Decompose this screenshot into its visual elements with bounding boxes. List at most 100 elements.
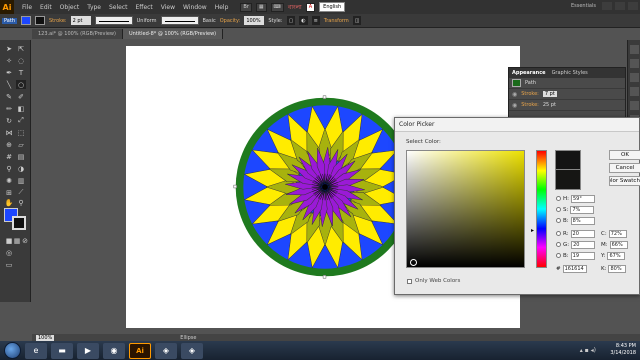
workspace-switcher[interactable]: Essentials	[571, 3, 596, 9]
width-tool-icon[interactable]: ⋈	[4, 128, 14, 137]
visibility-eye-icon[interactable]: ◉	[512, 91, 517, 98]
slice-tool-icon[interactable]: ⟋	[16, 188, 26, 197]
hue-slider[interactable]	[536, 150, 547, 268]
minimize-button[interactable]	[602, 2, 612, 10]
bridge-button[interactable]: Br	[240, 2, 252, 12]
saturation-radio[interactable]	[556, 207, 561, 212]
a-icon[interactable]: A	[305, 2, 316, 12]
scale-tool-icon[interactable]: ⤢	[16, 116, 26, 125]
line-tool-icon[interactable]: ╲	[4, 80, 14, 89]
magic-wand-tool-icon[interactable]: ✧	[4, 56, 14, 65]
web-colors-checkbox[interactable]	[407, 278, 412, 284]
keyboard-icon[interactable]: ⌨	[270, 2, 284, 12]
color-swatches-button[interactable]: Color Swatches	[609, 176, 640, 186]
fill-swatch[interactable]	[20, 16, 31, 25]
layers-panel-icon[interactable]	[630, 101, 639, 110]
pen-tool-icon[interactable]: ✒	[4, 68, 14, 77]
symbols-panel-icon[interactable]	[630, 87, 639, 96]
menu-view[interactable]: View	[157, 4, 179, 11]
transform-link[interactable]: Transform	[324, 18, 349, 24]
style-swatch[interactable]: ▢	[286, 16, 296, 25]
anchor-point-bottom[interactable]	[322, 275, 327, 279]
media-player-icon[interactable]: ▶	[77, 342, 99, 359]
close-button[interactable]	[628, 2, 638, 10]
blend-tool-icon[interactable]: ◑	[16, 164, 26, 173]
menu-help[interactable]: Help	[211, 4, 233, 11]
saturation-brightness-field[interactable]	[406, 150, 525, 268]
menu-object[interactable]: Object	[56, 4, 84, 11]
blue-radio[interactable]	[556, 253, 561, 258]
tab-graphic-styles[interactable]: Graphic Styles	[552, 70, 588, 76]
black-field[interactable]: 80%	[608, 264, 627, 273]
tab-document-untitled-8[interactable]: Untitled-8* @ 100% (RGB/Preview)	[122, 29, 224, 39]
lasso-tool-icon[interactable]: ◌	[16, 56, 26, 65]
internet-explorer-icon[interactable]: e	[25, 342, 47, 359]
menu-select[interactable]: Select	[105, 4, 132, 11]
direct-selection-tool-icon[interactable]: ⇱	[16, 44, 26, 53]
app-icon-1[interactable]: ◈	[155, 342, 177, 359]
appearance-stroke-label-2[interactable]: Stroke:	[521, 102, 539, 108]
free-transform-tool-icon[interactable]: ⬚	[16, 128, 26, 137]
mesh-tool-icon[interactable]: #	[4, 152, 14, 161]
variable-width-profile[interactable]	[94, 16, 133, 25]
green-radio[interactable]	[556, 242, 561, 247]
screen-mode-icon[interactable]: ▭	[4, 260, 14, 269]
hue-field[interactable]: 59°	[571, 194, 595, 203]
appearance-stroke-weight[interactable]: 7 pt	[542, 91, 557, 97]
anchor-point-left[interactable]	[233, 184, 237, 189]
align-icon[interactable]: ≡	[311, 16, 320, 25]
brightness-field[interactable]: 8%	[570, 216, 595, 225]
hex-field[interactable]: 161614	[562, 264, 587, 273]
shape-builder-tool-icon[interactable]: ⊕	[4, 140, 14, 149]
cyan-field[interactable]: 72%	[608, 229, 627, 238]
none-mode-icon[interactable]: ⊘	[20, 236, 30, 245]
file-explorer-icon[interactable]: ▬	[51, 342, 73, 359]
artboard-tool-icon[interactable]: ⊞	[4, 188, 14, 197]
start-button[interactable]	[4, 342, 21, 359]
blue-field[interactable]: 19	[570, 251, 595, 260]
zoom-level-field[interactable]: 100%	[36, 334, 55, 341]
app-icon-2[interactable]: ◈	[181, 342, 203, 359]
perspective-grid-tool-icon[interactable]: ▱	[16, 140, 26, 149]
appearance-stroke-label[interactable]: Stroke:	[521, 91, 539, 97]
stroke-weight-field[interactable]: 2 pt	[70, 16, 91, 25]
menu-type[interactable]: Type	[83, 4, 105, 11]
menu-file[interactable]: File	[18, 4, 36, 11]
red-radio[interactable]	[556, 231, 561, 236]
hue-slider-arrow-icon[interactable]: ▸	[531, 228, 535, 234]
ellipse-tool-icon[interactable]: ○	[16, 80, 26, 89]
eraser-tool-icon[interactable]: ◧	[16, 104, 26, 113]
color-selector-ring[interactable]	[410, 259, 417, 266]
eyedropper-tool-icon[interactable]: ⚲	[4, 164, 14, 173]
arrange-documents-button[interactable]: ▦	[255, 2, 267, 12]
visibility-eye-icon[interactable]: ◉	[512, 102, 517, 109]
draw-mode-icon[interactable]: ◎	[4, 248, 14, 257]
ok-button[interactable]: OK	[609, 150, 640, 160]
isolate-icon[interactable]: ◫	[352, 16, 362, 25]
original-color-preview[interactable]	[555, 170, 581, 190]
language-select[interactable]: English	[319, 2, 346, 12]
pencil-tool-icon[interactable]: ✐	[16, 92, 26, 101]
graph-tool-icon[interactable]: ▥	[16, 176, 26, 185]
stroke-color-box[interactable]	[12, 216, 26, 230]
red-field[interactable]: 20	[570, 229, 595, 238]
hue-radio[interactable]	[556, 196, 561, 201]
cancel-button[interactable]: Cancel	[609, 163, 640, 173]
swatches-panel-icon[interactable]	[630, 59, 639, 68]
gradient-tool-icon[interactable]: ▤	[16, 152, 26, 161]
blob-brush-tool-icon[interactable]: ✏	[4, 104, 14, 113]
selection-tool-icon[interactable]: ➤	[4, 44, 14, 53]
chrome-icon[interactable]: ◉	[103, 342, 125, 359]
symbol-sprayer-tool-icon[interactable]: ✺	[4, 176, 14, 185]
tab-document-123[interactable]: 123.ai* @ 100% (RGB/Preview)	[32, 29, 123, 39]
yellow-field[interactable]: 67%	[607, 251, 626, 260]
type-tool-icon[interactable]: T	[16, 68, 26, 77]
menu-effect[interactable]: Effect	[132, 4, 157, 11]
system-tray-icons[interactable]: ▴ ▪ ◂)	[580, 347, 596, 354]
brushes-panel-icon[interactable]	[630, 73, 639, 82]
saturation-field[interactable]: 7%	[570, 205, 595, 214]
zoom-tool-icon[interactable]: ⚲	[16, 198, 26, 207]
brightness-radio[interactable]	[556, 218, 561, 223]
taskbar-clock[interactable]: 8:43 PM 3/14/2018	[610, 343, 636, 357]
magenta-field[interactable]: 66%	[609, 240, 628, 249]
